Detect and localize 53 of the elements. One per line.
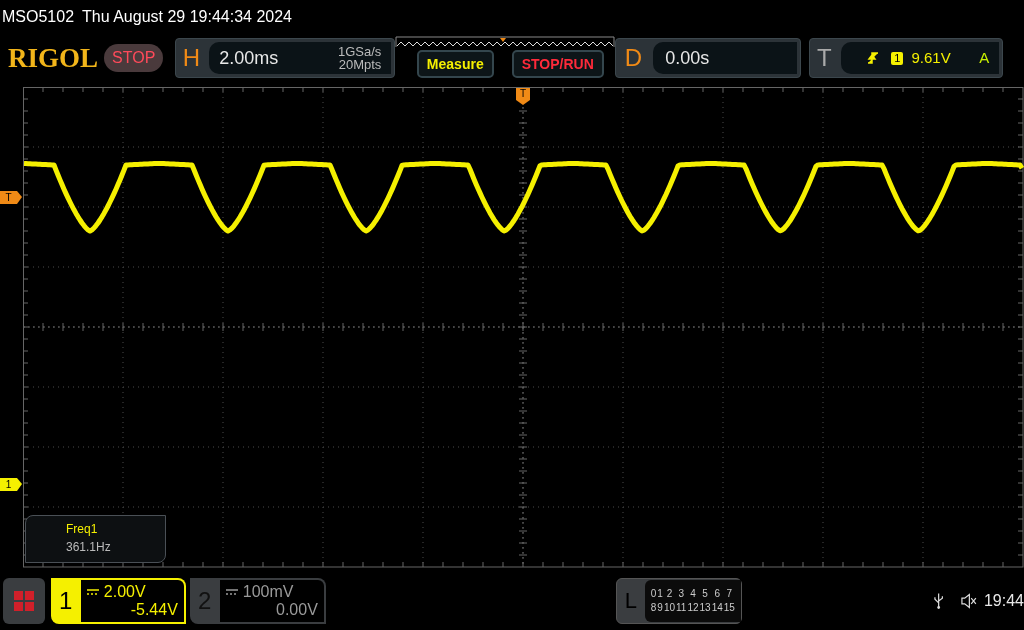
logic-channel-number: 12: [687, 601, 699, 614]
channel-scale: 2.00V: [103, 582, 146, 601]
dc-coupling-icon: [225, 588, 238, 595]
date-time: Thu August 29 19:44:34 2024: [82, 7, 292, 27]
logic-label: L: [623, 587, 638, 615]
measurement-name: Freq1: [66, 522, 99, 536]
logic-channel-number: 5: [701, 587, 709, 600]
measurement-value: 361.1Hz: [66, 540, 112, 554]
channel-offset: -5.44V: [130, 600, 178, 619]
sample-rate: 1GSa/s: [337, 45, 382, 58]
instrument-model: MSO5102: [2, 7, 75, 27]
delay-panel[interactable]: D 0.00s: [615, 38, 802, 78]
trigger-source-badge: 1: [891, 51, 904, 65]
logic-channel-number: 13: [699, 601, 711, 614]
logic-channel-number: 0: [650, 587, 657, 600]
logic-channel-number: 9: [657, 601, 663, 614]
muted-speaker-icon: [961, 592, 978, 609]
logic-channel-number: 4: [689, 587, 697, 600]
logic-channel-number: 15: [723, 601, 735, 614]
logic-channel-number: 14: [711, 601, 723, 614]
trigger-level: 9.61V: [911, 47, 951, 68]
measurement-panel[interactable]: Freq1 361.1Hz: [25, 515, 166, 563]
trigger-mode: A: [979, 47, 990, 68]
logic-channel-number: 2: [665, 587, 674, 600]
clock-time: 19:44: [983, 590, 1024, 611]
channel-scale: 100mV: [242, 582, 294, 601]
logic-channel-number: 11: [676, 601, 687, 614]
memory-depth: 20Mpts: [338, 58, 382, 71]
grid-menu-icon: [12, 589, 35, 612]
channel-number: 1: [58, 585, 74, 616]
menu-button[interactable]: [3, 577, 45, 624]
usb-icon: [933, 591, 944, 610]
trigger-label: T: [815, 43, 833, 73]
run-state-indicator: STOP: [104, 44, 164, 72]
logic-channel-number: 8: [650, 601, 657, 614]
channel-offset: 0.00V: [276, 600, 318, 619]
logic-channel-number: 6: [713, 587, 722, 600]
logic-channel-number: 1: [657, 587, 663, 600]
delay-value: 0.00s: [665, 46, 710, 70]
logic-channel-number: 7: [725, 587, 734, 600]
delay-label: D: [623, 43, 643, 73]
brand-logo: RIGOL: [8, 44, 99, 72]
measure-button[interactable]: Measure: [416, 50, 494, 78]
logic-channel-number: 10: [663, 601, 676, 614]
timebase-value: 2.00ms: [219, 46, 279, 70]
horizontal-panel[interactable]: H 2.00ms 1GSa/s 20Mpts: [175, 38, 396, 78]
stop-run-button[interactable]: STOP/RUN: [511, 50, 604, 78]
channel-panel[interactable]: 1 2.00V -5.44V: [50, 577, 186, 624]
trigger-panel[interactable]: T 1 9.61V A: [809, 38, 1004, 78]
logic-channel-number: 3: [677, 587, 685, 600]
horizontal-label: H: [181, 43, 201, 73]
dc-coupling-icon: [86, 588, 99, 595]
logic-panel[interactable]: L 01 2 3 4 5 6 7 89101112131415: [615, 577, 742, 624]
